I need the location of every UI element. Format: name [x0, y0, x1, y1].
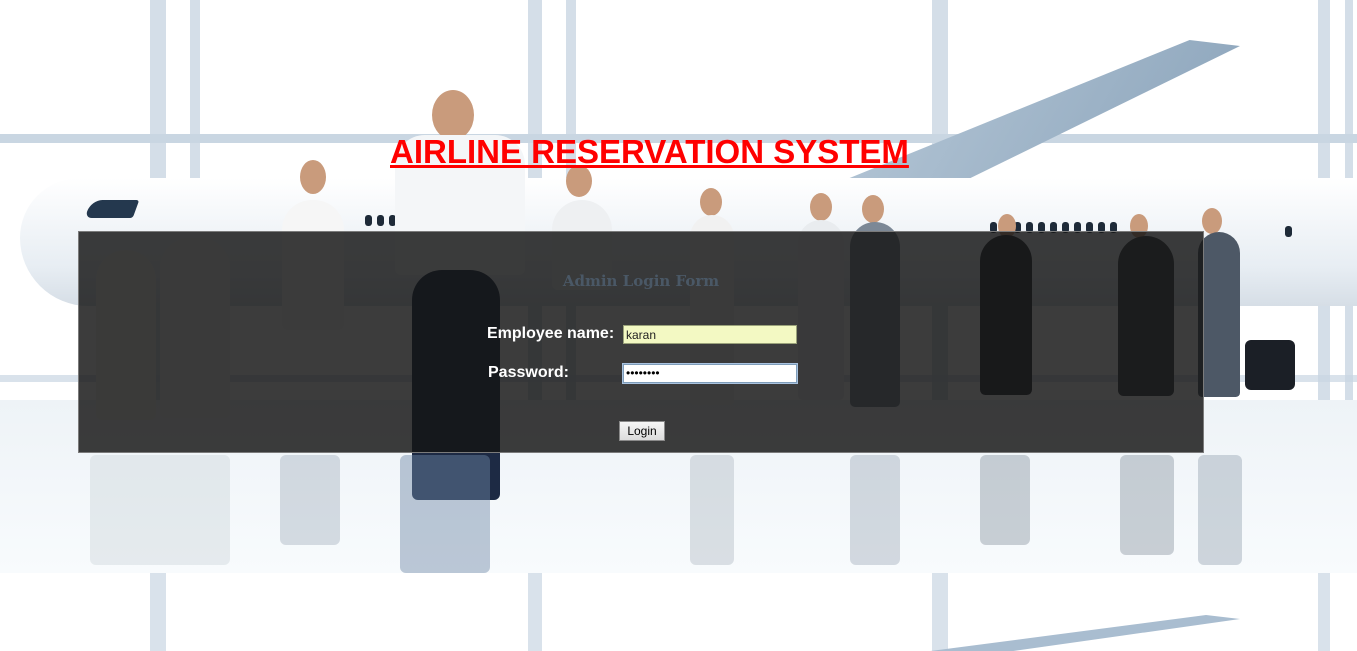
page-title: AIRLINE RESERVATION SYSTEM: [390, 133, 909, 170]
employee-name-input[interactable]: [623, 325, 797, 344]
login-button[interactable]: Login: [619, 421, 665, 441]
login-form-panel: Admin Login Form Employee name: Password…: [78, 231, 1204, 453]
password-label: Password:: [488, 364, 569, 381]
password-input[interactable]: ••••••••: [623, 364, 797, 383]
form-heading: Admin Login Form: [562, 272, 720, 290]
employee-name-label: Employee name:: [487, 325, 615, 342]
